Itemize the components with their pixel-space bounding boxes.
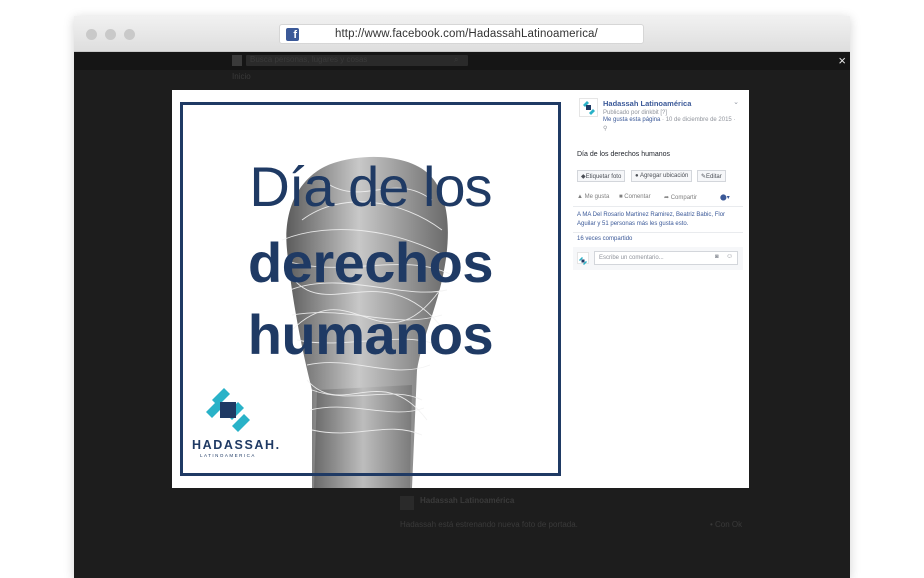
location-pin-icon: ●: [635, 173, 639, 179]
address-bar[interactable]: f http://www.facebook.com/HadassahLatino…: [279, 24, 644, 44]
privacy-globe-icon[interactable]: ⚲: [603, 125, 607, 132]
post-as-selector[interactable]: ⬤▾: [720, 194, 730, 201]
post-sidebar: Hadassah Latinoamérica ⌄ Publicado por d…: [569, 90, 749, 488]
add-location-button[interactable]: ● Agregar ubicación: [631, 170, 693, 182]
post-caption: Día de los derechos humanos: [577, 151, 670, 158]
page-avatar-logo-icon: [583, 101, 595, 115]
background-nav-link[interactable]: Inicio: [232, 72, 251, 81]
comment-label: Comentar: [624, 194, 651, 200]
tag-photo-button[interactable]: ◆Etiquetar foto: [577, 170, 626, 182]
share-label: Compartir: [670, 195, 698, 201]
add-location-label: Agregar ubicación: [639, 173, 689, 179]
like-page-link[interactable]: Me gusta esta página: [603, 117, 660, 123]
share-action[interactable]: ➦ Compartir: [664, 194, 697, 201]
search-icon[interactable]: ⌕: [454, 55, 458, 65]
window-zoom-dot[interactable]: [124, 29, 135, 40]
likes-summary[interactable]: A MA Del Rosario Martinez Ramirez, Beatr…: [577, 211, 737, 229]
post-photo[interactable]: Día de los derechos humanos HADASSAH. LA…: [172, 90, 569, 488]
photo-title-line3: humanos: [247, 303, 494, 366]
camera-icon[interactable]: ◙: [715, 254, 719, 260]
photo-viewer-modal: Día de los derechos humanos HADASSAH. LA…: [172, 90, 749, 488]
commenter-avatar: [577, 252, 589, 265]
thumbs-up-icon: ▲: [577, 194, 585, 200]
edit-button[interactable]: ✎Editar: [697, 170, 726, 182]
tag-photo-label: Etiquetar foto: [585, 174, 622, 180]
edit-label: Editar: [706, 174, 722, 180]
browser-window: f http://www.facebook.com/HadassahLatino…: [74, 16, 850, 578]
photo-title-line2: derechos: [248, 231, 494, 294]
divider: [573, 232, 743, 233]
caret-down-icon: ▾: [726, 195, 730, 201]
like-action[interactable]: ▲ Me gusta: [577, 194, 609, 200]
facebook-favicon-icon: f: [286, 28, 299, 41]
like-label: Me gusta: [584, 194, 610, 200]
commenter-logo-icon: [579, 257, 587, 265]
logo-subtitle: LATINOAMERICA: [200, 453, 256, 458]
published-by: Publicado por dinkbit [?]: [603, 110, 668, 116]
post-date[interactable]: · 10 de diciembre de 2015 ·: [662, 117, 735, 123]
feed-avatar: [400, 496, 414, 510]
facebook-top-bar: Busca personas, lugares y cosas ⌕: [74, 52, 850, 70]
address-url: http://www.facebook.com/HadassahLatinoam…: [335, 28, 598, 40]
window-close-dot[interactable]: [86, 29, 97, 40]
post-options-chevron-icon[interactable]: ⌄: [733, 98, 739, 106]
facebook-search-placeholder: Busca personas, lugares y cosas: [250, 55, 368, 64]
share-icon: ➦: [664, 195, 671, 201]
browser-toolbar: f http://www.facebook.com/HadassahLatino…: [74, 16, 850, 52]
shares-count[interactable]: 16 veces compartido: [577, 236, 632, 242]
comment-action[interactable]: ■ Comentar: [619, 194, 651, 200]
close-icon[interactable]: ×: [838, 54, 846, 67]
emoji-icon[interactable]: ☺: [726, 253, 733, 260]
facebook-logo-icon[interactable]: [232, 55, 242, 66]
background-feed: Hadassah Latinoamérica Hadassah está est…: [172, 488, 749, 578]
divider: [573, 206, 743, 207]
feed-post-author[interactable]: Hadassah Latinoamérica: [420, 496, 514, 505]
page-avatar[interactable]: [579, 98, 598, 117]
page-name-link[interactable]: Hadassah Latinoamérica: [603, 99, 691, 108]
hadassah-logo-icon: [206, 388, 250, 432]
feed-post-text: Hadassah está estrenando nueva foto de p…: [400, 520, 578, 529]
post-meta-line: Me gusta esta página · 10 de diciembre d…: [603, 117, 735, 123]
photo-title-line1: Día de los: [249, 155, 492, 218]
avatar-small-icon: ⬤: [720, 195, 727, 201]
logo-wordmark: HADASSAH.: [192, 438, 281, 452]
window-minimize-dot[interactable]: [105, 29, 116, 40]
feed-side-text: • Con Ok: [710, 520, 743, 529]
